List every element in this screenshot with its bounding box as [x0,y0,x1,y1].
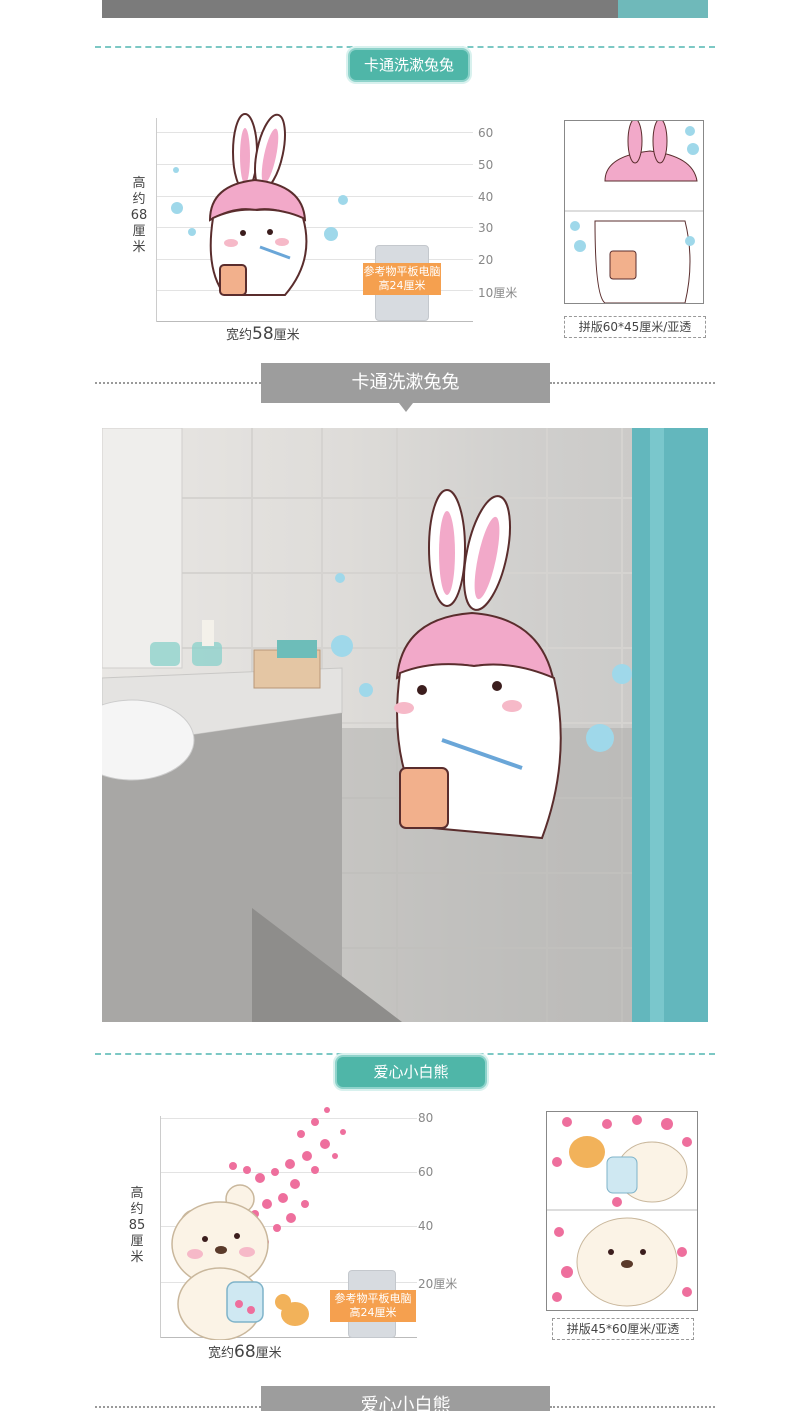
section-banner: 爱心小白熊 [261,1386,550,1411]
dotted-divider-right [550,382,715,384]
section-title-pill: 爱心小白熊 [335,1055,487,1089]
dotted-divider-left [95,382,261,384]
layout-thumbnail [546,1111,698,1311]
rabbit-sticker-illustration [171,113,348,296]
layout-thumbnail-art [565,121,703,303]
layout-caption: 拼版45*60厘米/亚透 [552,1318,694,1340]
bathroom-scene-photo [102,428,708,1022]
y-tick: 50 [478,158,494,172]
y-tick: 80 [418,1111,434,1125]
previous-photo-strip [102,0,708,18]
layout-caption: 拼版60*45厘米/亚透 [564,316,706,338]
layout-thumbnail-art [547,1115,697,1307]
section-banner: 卡通洗漱兔兔 [261,363,550,412]
height-label: 高 约 68 厘 米 [130,176,148,255]
y-tick: 20厘米 [418,1277,458,1291]
reference-tag: 参考物平板电脑 高24厘米 [330,1290,416,1322]
y-tick: 60 [478,126,494,140]
y-tick: 20 [478,253,494,267]
height-label: 高 约 85 厘 米 [128,1186,146,1265]
y-tick: 40 [478,190,494,204]
section-title-pill: 卡通洗漱兔兔 [348,48,470,82]
dotted-divider-left [95,1406,261,1408]
dotted-divider-right [550,1406,715,1408]
y-tick: 40 [418,1219,434,1233]
bathroom-scene-art [102,428,708,1022]
y-tick: 60 [418,1165,434,1179]
reference-tag: 参考物平板电脑 高24厘米 [363,263,441,295]
width-label: 宽约58厘米 [226,324,300,344]
width-label: 宽约68厘米 [208,1342,282,1362]
y-tick: 30 [478,221,494,235]
layout-thumbnail [564,120,704,304]
y-tick: 10厘米 [478,286,518,300]
